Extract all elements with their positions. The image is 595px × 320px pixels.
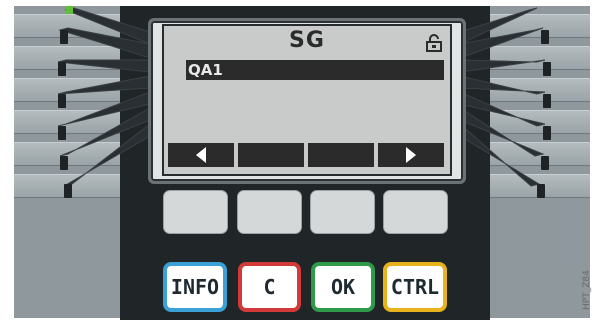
- softkey-3-button[interactable]: [310, 190, 375, 234]
- arrow-left-icon: [196, 147, 206, 163]
- ok-button[interactable]: OK: [311, 262, 375, 312]
- softkey-4-button[interactable]: [383, 190, 448, 234]
- softkey-1-button[interactable]: [163, 190, 228, 234]
- ctrl-button[interactable]: CTRL: [383, 262, 447, 312]
- display-title: SG: [289, 28, 325, 53]
- lock-icon: [426, 34, 442, 56]
- softkey-label-2: [238, 143, 304, 167]
- lcd-display: SG QA1: [162, 24, 452, 176]
- softkey-label-1: [168, 143, 234, 167]
- selected-list-item[interactable]: QA1: [186, 60, 444, 80]
- softkey-2-button[interactable]: [237, 190, 302, 234]
- arrow-right-icon: [406, 147, 416, 163]
- softkey-label-4: [378, 143, 444, 167]
- softkey-bar: [168, 143, 444, 167]
- clear-button[interactable]: C: [238, 262, 301, 312]
- softkey-label-3: [308, 143, 374, 167]
- info-button[interactable]: INFO: [163, 262, 227, 312]
- figure-code: HPT_Z84: [582, 270, 592, 310]
- status-led-green: [66, 6, 73, 14]
